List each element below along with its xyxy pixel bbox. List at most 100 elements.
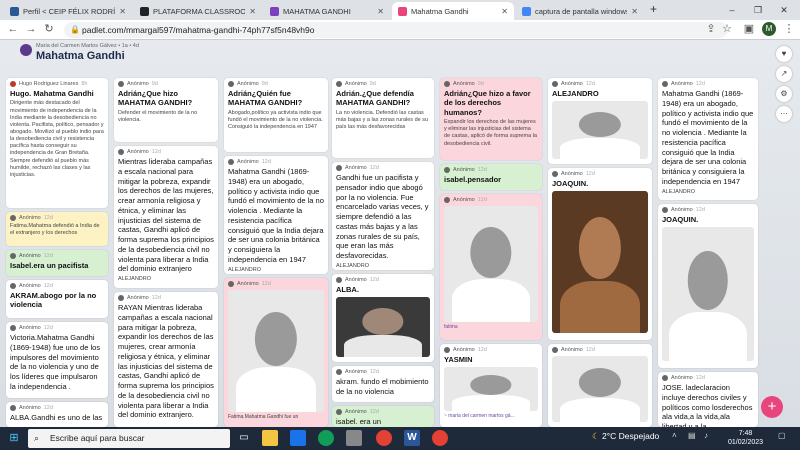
share-icon[interactable]: ↗ xyxy=(776,66,792,82)
post-card[interactable]: Anónimo 12d JOAQUIN. xyxy=(658,204,758,368)
forward-icon[interactable]: → xyxy=(24,22,38,36)
profile-avatar[interactable]: M xyxy=(762,22,776,36)
close-window-icon[interactable]: ✕ xyxy=(774,2,794,18)
close-icon[interactable]: ✕ xyxy=(377,7,384,16)
share-icon[interactable]: ⇪ xyxy=(704,22,718,36)
moodle-icon xyxy=(10,6,19,16)
add-post-button[interactable]: + xyxy=(761,396,783,418)
avatar xyxy=(10,215,16,221)
post-card[interactable]: Anónimo 12d xyxy=(548,344,652,427)
post-card[interactable]: Anónimo 12d JOAQUIN. xyxy=(548,168,652,340)
post-card[interactable]: Anónimo 12d isabel.pensador xyxy=(440,164,542,190)
post-card[interactable]: Anónimo 12d Mientras lideraba campañas a … xyxy=(114,146,218,288)
avatar xyxy=(552,347,558,353)
post-card[interactable]: Anónimo 12d ALBA.Gandhi es uno de las xyxy=(6,402,108,427)
avatar xyxy=(10,405,16,411)
post-card[interactable]: Anónimo 12d akram. fundo el mobimiento de… xyxy=(332,366,434,402)
store-icon[interactable] xyxy=(346,430,362,446)
avatar xyxy=(10,81,16,87)
gandhi-photo[interactable] xyxy=(444,367,538,412)
volume-icon[interactable]: ♪ xyxy=(704,431,708,440)
avatar xyxy=(20,44,32,56)
post-card[interactable]: Anónimo 9d Adrián¿Que hizo a favor de los… xyxy=(440,78,542,160)
chrome-icon[interactable] xyxy=(432,430,448,446)
gandhi-photo[interactable] xyxy=(228,290,324,412)
post-card[interactable]: Anónimo 9d Adrián¿Quién fue MAHATMA GANDH… xyxy=(224,78,328,152)
post-card[interactable]: Anónimo 9d Adrián.¿Que defendía MAHATMA G… xyxy=(332,78,434,158)
close-icon[interactable]: ✕ xyxy=(501,7,508,16)
tab-mahatma-gandhi-upper[interactable]: MAHATMA GANDHI ✕ xyxy=(264,2,390,20)
gandhi-photo[interactable] xyxy=(552,191,648,334)
clock[interactable]: 7:48 01/02/2023 xyxy=(728,429,763,447)
avatar xyxy=(10,283,16,289)
gandhi-photo[interactable] xyxy=(552,356,648,422)
gandhi-photo[interactable] xyxy=(552,101,648,160)
more-icon[interactable]: ⋯ xyxy=(776,106,792,122)
mail-icon[interactable] xyxy=(290,430,306,446)
tab-captura[interactable]: captura de pantalla windows ✕ xyxy=(516,2,644,20)
avatar xyxy=(10,325,16,331)
gandhi-photo[interactable] xyxy=(444,206,538,322)
gandhi-photo[interactable] xyxy=(662,227,754,362)
post-card[interactable]: Anónimo 12d YASMIN ~ maria del carmen mar… xyxy=(440,344,542,427)
minimize-icon[interactable]: – xyxy=(722,2,742,18)
weather-status[interactable]: ☾ 2°C Despejado xyxy=(592,431,659,442)
avatar xyxy=(552,81,558,87)
back-icon[interactable]: ← xyxy=(6,22,20,36)
edge-icon[interactable] xyxy=(318,430,334,446)
menu-icon[interactable]: ⋮ xyxy=(782,22,796,36)
post-card[interactable]: Hugo Rodriguez Linares 8h Hugo. Mahatma G… xyxy=(6,78,108,208)
windows-start-icon[interactable]: ⊞ xyxy=(6,430,22,446)
close-icon[interactable]: ✕ xyxy=(249,7,256,16)
padlet-author: Maria del Carmen Martos Gálvez • 1a • 4d xyxy=(36,43,139,49)
avatar xyxy=(336,277,342,283)
padlet-icon xyxy=(270,6,279,16)
padlet-icon xyxy=(140,6,149,16)
network-icon[interactable]: ▤ xyxy=(688,431,696,440)
tab-perfil[interactable]: Perfil < CEIP FÉLIX RODRÍGU ✕ xyxy=(4,2,132,20)
avatar xyxy=(444,347,450,353)
heart-icon[interactable]: ♥ xyxy=(776,46,792,62)
file-explorer-icon[interactable] xyxy=(262,430,278,446)
post-card[interactable]: Anónimo 12d RAYAN Mientras lideraba campa… xyxy=(114,292,218,427)
star-icon[interactable]: ☆ xyxy=(720,22,734,36)
sidebar-toggle-icon[interactable]: ▣ xyxy=(742,22,756,36)
notification-icon[interactable]: ▢ xyxy=(778,431,786,440)
moon-icon: ☾ xyxy=(592,431,600,441)
chrome-icon[interactable] xyxy=(376,430,392,446)
post-card[interactable]: Anónimo 12d Fatima.Mahatma Gandhi fue un xyxy=(224,278,328,427)
post-card[interactable]: Anónimo 12d AKRAM.abogo por la no violenc… xyxy=(6,280,108,318)
reload-icon[interactable]: ↻ xyxy=(42,22,56,36)
close-icon[interactable]: ✕ xyxy=(631,7,638,16)
post-card[interactable]: Anónimo 12d ALEJANDRO xyxy=(548,78,652,164)
post-card[interactable]: Anónimo 12d ALBA. xyxy=(332,274,434,362)
maximize-icon[interactable]: ❐ xyxy=(748,2,768,18)
post-card[interactable]: Anónimo 12d JOSE. ladeclaracion incluye d… xyxy=(658,372,758,427)
avatar xyxy=(444,167,450,173)
task-view-icon[interactable]: ▭ xyxy=(236,430,252,446)
avatar xyxy=(444,81,450,87)
post-card[interactable]: Anónimo 12d Victoria.Mahatma Gandhi (1869… xyxy=(6,322,108,398)
post-card[interactable]: Anónimo 12d Mahatma Gandhi (1869-1948) er… xyxy=(658,78,758,200)
chevron-up-icon[interactable]: ˄ xyxy=(672,431,677,440)
gear-icon[interactable]: ⚙ xyxy=(776,86,792,102)
word-icon[interactable]: W xyxy=(404,430,420,446)
taskbar-search-input[interactable]: ⌕ Escribe aquí para buscar xyxy=(28,429,230,448)
post-card[interactable]: Anónimo 12d Fatima.Mahatma defendió a Ind… xyxy=(6,212,108,246)
close-icon[interactable]: ✕ xyxy=(119,7,126,16)
address-bar[interactable]: 🔒 padlet.com/mmargal597/mahatma-gandhi-7… xyxy=(64,22,728,38)
avatar xyxy=(228,159,234,165)
avatar xyxy=(118,295,124,301)
post-card[interactable]: Anónimo 12d Mahatma Gandhi (1869-1948) er… xyxy=(224,156,328,274)
post-card[interactable]: Anónimo 12d fatima xyxy=(440,194,542,340)
post-card[interactable]: Anónimo 12d isabel. era un xyxy=(332,406,434,427)
new-tab-button[interactable]: + xyxy=(650,2,657,16)
gandhi-photo[interactable] xyxy=(336,297,430,358)
tab-mahatma-gandhi[interactable]: Mahatma Gandhi ✕ xyxy=(392,2,514,20)
post-card[interactable]: Anónimo 12d Isabel.era un pacifista xyxy=(6,250,108,276)
post-card[interactable]: Anónimo 9d Adrián¿Que hizo MAHATMA GANDHI… xyxy=(114,78,218,142)
avatar xyxy=(662,207,668,213)
avatar xyxy=(552,171,558,177)
post-card[interactable]: Anónimo 12d Gandhi fue un pacifista y pen… xyxy=(332,162,434,270)
tab-plataforma-classroom[interactable]: PLATAFORMA CLASSROOM ✕ xyxy=(134,2,262,20)
